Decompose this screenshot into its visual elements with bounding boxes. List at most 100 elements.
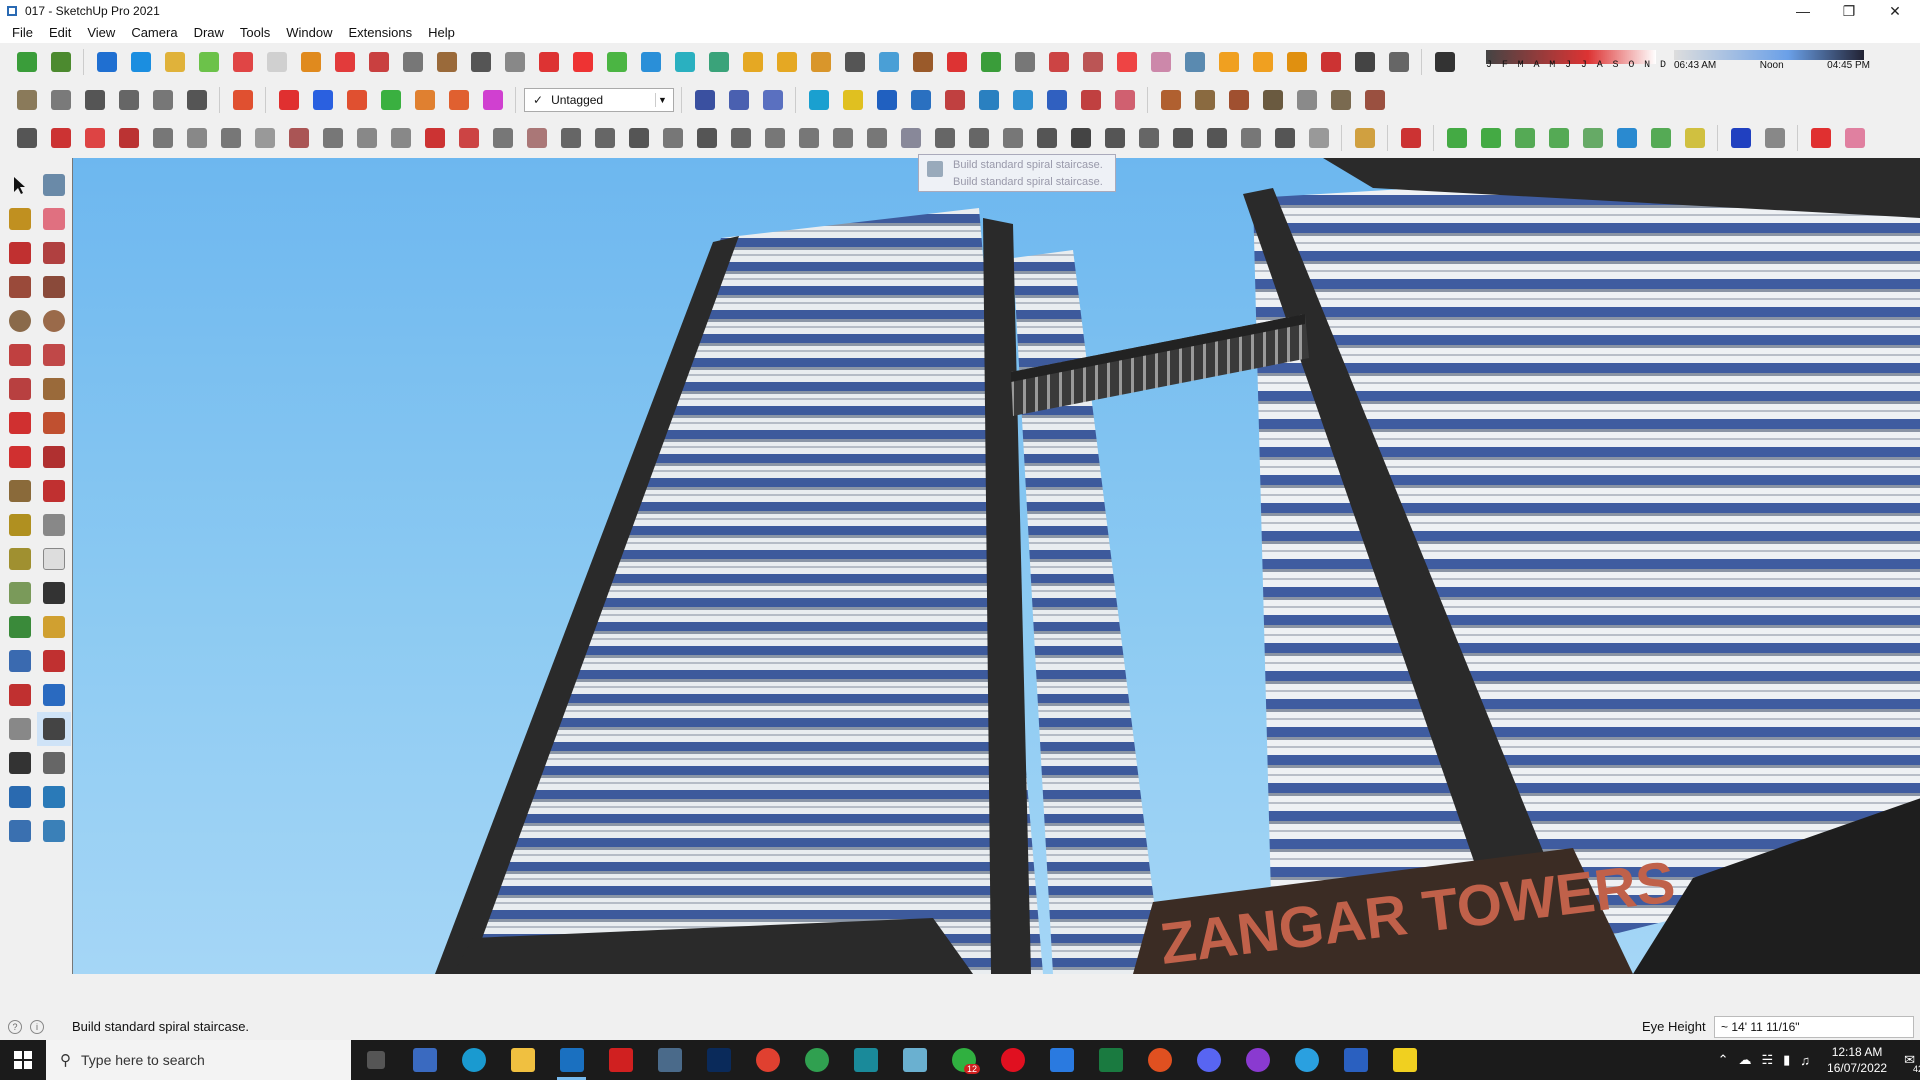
style-builder-app[interactable] bbox=[890, 1040, 939, 1080]
section-cut-button[interactable] bbox=[724, 85, 754, 115]
pyramid-button[interactable] bbox=[704, 47, 734, 77]
opera-app[interactable] bbox=[988, 1040, 1037, 1080]
orange-grid-2-button[interactable] bbox=[1248, 47, 1278, 77]
extension-warehouse-tool[interactable] bbox=[37, 780, 71, 814]
taskbar-search-box[interactable]: ⚲ Type here to search bbox=[46, 1040, 351, 1080]
rotate-tool[interactable] bbox=[3, 440, 37, 474]
orange-grid-button[interactable] bbox=[1214, 47, 1244, 77]
columns-button[interactable] bbox=[556, 123, 586, 153]
louver-button[interactable] bbox=[1100, 123, 1130, 153]
front-view-button[interactable] bbox=[80, 85, 110, 115]
sphere-grid-button[interactable] bbox=[1168, 123, 1198, 153]
taskbar-clock[interactable]: 12:18 AM 16/07/2022 bbox=[1827, 1044, 1887, 1076]
section-plane-tool[interactable] bbox=[37, 746, 71, 780]
restore-icon[interactable]: ❐ bbox=[1826, 0, 1872, 22]
truss-button[interactable] bbox=[1270, 123, 1300, 153]
walk-tool[interactable] bbox=[3, 746, 37, 780]
corner-button[interactable] bbox=[420, 123, 450, 153]
triangle-button[interactable] bbox=[738, 47, 768, 77]
stair-curved-button[interactable] bbox=[964, 123, 994, 153]
bezier-button[interactable] bbox=[534, 47, 564, 77]
stair-down-button[interactable] bbox=[940, 85, 970, 115]
stairs-triple-button[interactable] bbox=[862, 123, 892, 153]
minimize-icon[interactable]: — bbox=[1780, 0, 1826, 22]
top-view-button[interactable] bbox=[46, 85, 76, 115]
paint-bucket-tool[interactable] bbox=[3, 202, 37, 236]
model-info-button[interactable] bbox=[12, 47, 42, 77]
chrome-app[interactable] bbox=[743, 1040, 792, 1080]
extrude-button[interactable] bbox=[976, 47, 1006, 77]
face-x2-button[interactable] bbox=[444, 85, 474, 115]
pie-tool[interactable] bbox=[37, 372, 71, 406]
polyline-outline-button[interactable] bbox=[1680, 123, 1710, 153]
close-icon[interactable]: ✕ bbox=[1872, 0, 1918, 22]
curtain-button[interactable] bbox=[658, 123, 688, 153]
menu-extensions[interactable]: Extensions bbox=[341, 25, 421, 40]
trim-button[interactable] bbox=[228, 47, 258, 77]
grammarly-app[interactable] bbox=[1135, 1040, 1184, 1080]
parallelogram-button[interactable] bbox=[1578, 123, 1608, 153]
todo-app[interactable] bbox=[1037, 1040, 1086, 1080]
hatch-button[interactable] bbox=[1066, 123, 1096, 153]
acrobat-app[interactable] bbox=[596, 1040, 645, 1080]
menu-view[interactable]: View bbox=[79, 25, 123, 40]
eraser-tool[interactable] bbox=[37, 202, 71, 236]
sketchup-layout-app[interactable] bbox=[841, 1040, 890, 1080]
blue-shape-button[interactable] bbox=[1726, 123, 1756, 153]
red-box-button[interactable] bbox=[330, 47, 360, 77]
offset-tool[interactable] bbox=[37, 474, 71, 508]
orbit-tool[interactable] bbox=[3, 610, 37, 644]
arc-tool-button[interactable] bbox=[454, 123, 484, 153]
stairs-straight-button[interactable] bbox=[726, 123, 756, 153]
roof-dome-button[interactable] bbox=[1292, 85, 1322, 115]
position-camera-tool[interactable] bbox=[3, 712, 37, 746]
paint-button[interactable] bbox=[838, 85, 868, 115]
discord-app[interactable] bbox=[1184, 1040, 1233, 1080]
model-viewport[interactable]: ZANGAR TOWERS bbox=[72, 158, 1920, 974]
vpn-app[interactable] bbox=[1331, 1040, 1380, 1080]
shell-tool-button[interactable] bbox=[284, 123, 314, 153]
menu-help[interactable]: Help bbox=[420, 25, 463, 40]
wifi-icon[interactable]: ☵ bbox=[1761, 1052, 1773, 1068]
diamond-button[interactable] bbox=[1304, 123, 1334, 153]
task-view-button[interactable] bbox=[351, 1040, 400, 1080]
arrow-tool-button[interactable] bbox=[692, 123, 722, 153]
battery-icon[interactable]: ▮ bbox=[1783, 1052, 1790, 1068]
select-tool[interactable] bbox=[3, 168, 37, 202]
zoom-window-tool[interactable] bbox=[37, 644, 71, 678]
polyline-button[interactable] bbox=[46, 123, 76, 153]
union-button[interactable] bbox=[160, 47, 190, 77]
follow-me-button[interactable] bbox=[1044, 47, 1074, 77]
menu-draw[interactable]: Draw bbox=[186, 25, 232, 40]
menu-window[interactable]: Window bbox=[278, 25, 340, 40]
follow-me-tool[interactable] bbox=[37, 440, 71, 474]
rotate-right-button[interactable] bbox=[1076, 85, 1106, 115]
podcast-app[interactable] bbox=[1233, 1040, 1282, 1080]
info-icon[interactable]: i bbox=[30, 1020, 44, 1034]
intersect-button[interactable] bbox=[126, 47, 156, 77]
telegram-app[interactable] bbox=[1282, 1040, 1331, 1080]
component-tool[interactable] bbox=[37, 168, 71, 202]
menu-tools[interactable]: Tools bbox=[232, 25, 278, 40]
circle-outline-button[interactable] bbox=[1476, 123, 1506, 153]
line-tool-button[interactable] bbox=[974, 85, 1004, 115]
face-up-button[interactable] bbox=[274, 85, 304, 115]
fence-button[interactable] bbox=[1134, 123, 1164, 153]
autocad-app[interactable] bbox=[645, 1040, 694, 1080]
three-point-arc-tool[interactable] bbox=[3, 372, 37, 406]
lasso-button[interactable] bbox=[772, 47, 802, 77]
polygon-tool[interactable] bbox=[37, 304, 71, 338]
roof-shed-button[interactable] bbox=[1360, 85, 1390, 115]
arrange-button[interactable] bbox=[1384, 47, 1414, 77]
stair-split-button[interactable] bbox=[998, 123, 1028, 153]
scale-button[interactable] bbox=[636, 47, 666, 77]
previous-view-tool[interactable] bbox=[37, 678, 71, 712]
zoom-tool[interactable] bbox=[3, 644, 37, 678]
text-tool[interactable] bbox=[37, 542, 71, 576]
right-view-button[interactable] bbox=[114, 85, 144, 115]
rotate-left-button[interactable] bbox=[1042, 85, 1072, 115]
notification-icon[interactable]: ✉ 42 bbox=[1904, 1052, 1920, 1074]
pencil-red-button[interactable] bbox=[1396, 123, 1426, 153]
spiral-staircase-button[interactable] bbox=[896, 123, 926, 153]
bezier-spline-button[interactable] bbox=[12, 123, 42, 153]
